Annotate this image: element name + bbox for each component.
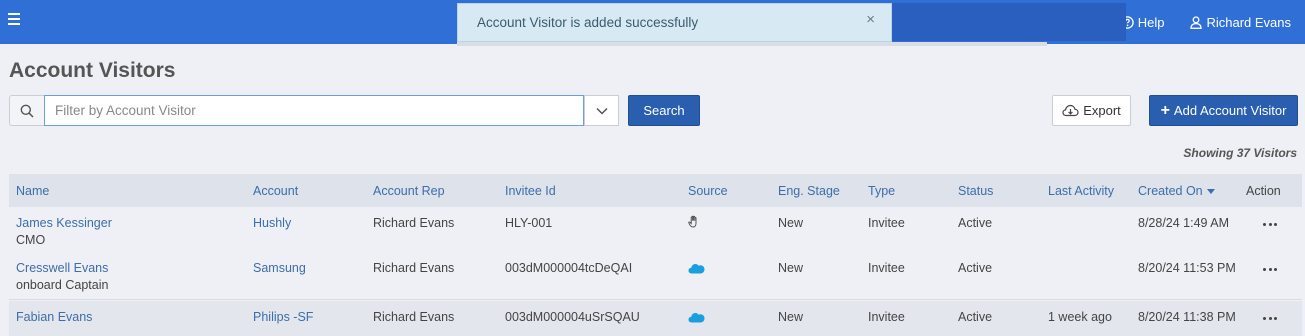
add-account-visitor-button[interactable]: + Add Account Visitor [1149, 95, 1298, 126]
export-button[interactable]: Export [1052, 95, 1131, 126]
column-header-source[interactable]: Source [688, 184, 728, 198]
account-link[interactable]: Samsung [253, 261, 306, 275]
created-on-label: Created On [1138, 184, 1203, 198]
chevron-down-icon[interactable] [584, 95, 619, 126]
toast-message: Account Visitor is added successfully [477, 15, 699, 30]
column-header-account[interactable]: Account [253, 184, 298, 198]
page-title: Account Visitors [9, 59, 176, 82]
add-button-label: Add Account Visitor [1173, 103, 1287, 118]
row-actions-icon[interactable] [1263, 219, 1277, 229]
table-row: James Kessinger CMO Hushly Richard Evans… [9, 207, 1302, 253]
account-link[interactable]: Hushly [253, 216, 291, 230]
visitor-count: Showing 37 Visitors [1183, 146, 1297, 160]
column-header-eng-stage[interactable]: Eng. Stage [778, 184, 840, 198]
user-menu[interactable]: Richard Evans [1190, 15, 1291, 30]
hand-pointer-icon [688, 215, 700, 231]
sort-desc-icon [1206, 188, 1215, 194]
success-toast: Account Visitor is added successfully × [457, 3, 892, 42]
visitor-type: Invitee [868, 261, 905, 275]
help-label: Help [1137, 14, 1165, 30]
plus-icon: + [1160, 101, 1170, 119]
top-right-menu: Help Richard Evans [1120, 0, 1291, 44]
table-row: Fabian Evans Philips -SF Richard Evans 0… [9, 301, 1302, 336]
user-name: Richard Evans [1206, 14, 1291, 30]
column-header-created-on[interactable]: Created On [1138, 184, 1215, 198]
created-on: 8/28/24 1:49 AM [1138, 216, 1230, 230]
row-actions-icon[interactable] [1263, 313, 1277, 323]
created-on: 8/20/24 11:38 PM [1138, 310, 1236, 324]
toast-backdrop [892, 3, 1126, 41]
invitee-id: HLY-001 [505, 216, 553, 230]
column-header-type[interactable]: Type [868, 184, 895, 198]
column-header-name[interactable]: Name [16, 184, 49, 198]
search-input[interactable] [44, 95, 584, 126]
hamburger-icon[interactable] [8, 13, 20, 27]
visitor-type: Invitee [868, 216, 905, 230]
search-icon [9, 95, 44, 126]
salesforce-cloud-icon [688, 312, 705, 326]
visitor-type: Invitee [868, 310, 905, 324]
account-link[interactable]: Philips -SF [253, 310, 313, 324]
column-header-account-rep[interactable]: Account Rep [373, 184, 445, 198]
visitor-name-link[interactable]: James Kessinger [16, 216, 112, 230]
last-activity: 1 week ago [1048, 310, 1112, 324]
column-header-action: Action [1246, 184, 1281, 198]
visitor-status: Active [958, 261, 993, 275]
column-header-status[interactable]: Status [958, 184, 993, 198]
eng-stage: New [778, 310, 804, 324]
salesforce-cloud-icon [688, 263, 705, 277]
eng-stage: New [778, 261, 804, 275]
created-on: 8/20/24 11:53 PM [1138, 261, 1236, 275]
visitor-status: Active [958, 310, 993, 324]
column-header-last-activity[interactable]: Last Activity [1048, 184, 1114, 198]
visitor-name-link[interactable]: Cresswell Evans [16, 261, 108, 275]
close-icon[interactable]: × [866, 12, 875, 27]
table-row: Cresswell Evans onboard Captain Samsung … [9, 253, 1302, 300]
user-icon [1190, 15, 1203, 29]
visitor-title: CMO [16, 233, 46, 247]
eng-stage: New [778, 216, 804, 230]
toast-shadow [457, 42, 1047, 46]
export-label: Export [1083, 103, 1121, 118]
cloud-download-icon [1062, 104, 1079, 117]
search-button[interactable]: Search [628, 95, 700, 126]
row-actions-icon[interactable] [1263, 264, 1277, 274]
account-rep: Richard Evans [373, 216, 455, 230]
account-rep: Richard Evans [373, 310, 455, 324]
help-link[interactable]: Help [1120, 14, 1165, 30]
visitor-title: onboard Captain [16, 278, 109, 292]
account-rep: Richard Evans [373, 261, 455, 275]
invitee-id: 003dM000004tcDeQAI [505, 261, 633, 275]
table-header: Name Account Account Rep Invitee Id Sour… [9, 174, 1302, 207]
column-header-invitee-id[interactable]: Invitee Id [505, 184, 556, 198]
visitor-status: Active [958, 216, 993, 230]
invitee-id: 003dM000004uSrSQAU [505, 310, 640, 324]
visitor-name-link[interactable]: Fabian Evans [16, 310, 92, 324]
